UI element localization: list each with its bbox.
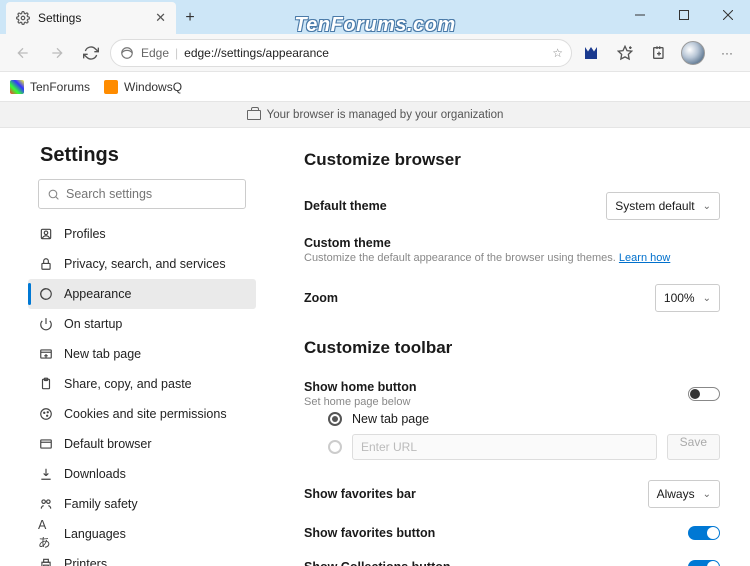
appearance-icon: [38, 286, 54, 302]
refresh-button[interactable]: [76, 38, 106, 68]
close-tab-icon[interactable]: ✕: [155, 10, 166, 26]
nav-newtab[interactable]: New tab page: [28, 339, 256, 369]
search-icon: [47, 188, 60, 201]
window-minimize-button[interactable]: [618, 0, 662, 30]
learn-how-link[interactable]: Learn how: [619, 252, 670, 264]
nav-profiles[interactable]: Profiles: [28, 219, 256, 249]
favorites-button-label: Show favorites button: [304, 526, 688, 540]
nav-startup[interactable]: On startup: [28, 309, 256, 339]
content-area: Settings Profiles Privacy, search, and s…: [0, 128, 750, 566]
managed-banner: Your browser is managed by your organiza…: [0, 102, 750, 128]
custom-theme-row: Custom theme Customize the default appea…: [304, 228, 720, 276]
favorite-star-icon[interactable]: ☆: [552, 46, 563, 60]
favorites-button-toggle[interactable]: [688, 526, 720, 540]
favorites-bar-select[interactable]: Always⌄: [648, 480, 720, 508]
search-settings-box[interactable]: [38, 179, 246, 209]
language-icon: Aあ: [38, 526, 54, 542]
favorites-button-row: Show favorites button: [304, 516, 720, 550]
browser-icon: [38, 436, 54, 452]
window-titlebar: Settings ✕ +: [0, 0, 750, 34]
home-url-save-button[interactable]: Save: [667, 434, 720, 460]
nav-appearance[interactable]: Appearance: [28, 279, 256, 309]
nav-downloads[interactable]: Downloads: [28, 459, 256, 489]
chevron-down-icon: ⌄: [703, 293, 711, 304]
zoom-row: Zoom 100%⌄: [304, 276, 720, 320]
browser-tab-settings[interactable]: Settings ✕: [6, 2, 176, 34]
profile-icon: [38, 226, 54, 242]
default-theme-select[interactable]: System default⌄: [606, 192, 720, 220]
collections-button-row: Show Collections button: [304, 550, 720, 566]
nav-languages[interactable]: AあLanguages: [28, 519, 256, 549]
nav-default-browser[interactable]: Default browser: [28, 429, 256, 459]
nav-privacy[interactable]: Privacy, search, and services: [28, 249, 256, 279]
section-customize-toolbar: Customize toolbar: [304, 338, 720, 358]
settings-sidebar: Settings Profiles Privacy, search, and s…: [0, 128, 270, 566]
nav-share[interactable]: Share, copy, and paste: [28, 369, 256, 399]
addr-prefix: Edge: [141, 46, 169, 60]
forward-button[interactable]: [42, 38, 72, 68]
settings-main: Customize browser Default theme System d…: [270, 128, 750, 566]
bookmark-tenforums[interactable]: TenForums: [10, 80, 90, 94]
home-url-input[interactable]: Enter URL: [352, 434, 657, 460]
home-button-label: Show home button: [304, 380, 688, 394]
gear-icon: [16, 11, 30, 25]
briefcase-icon: [247, 110, 261, 120]
home-radio-newtab-row[interactable]: New tab page: [304, 408, 720, 430]
tenforums-icon: [10, 80, 24, 94]
settings-heading: Settings: [40, 144, 256, 167]
bookmarks-bar: TenForums WindowsQ: [0, 72, 750, 102]
malwarebytes-extension-icon[interactable]: [576, 38, 606, 68]
home-button-toggle[interactable]: [688, 387, 720, 401]
home-button-row: Show home button Set home page below New…: [304, 372, 720, 472]
home-radio-url-row: Enter URL Save: [304, 430, 720, 464]
default-theme-row: Default theme System default⌄: [304, 184, 720, 228]
collections-icon[interactable]: [644, 38, 674, 68]
edge-logo-icon: [119, 45, 135, 61]
favorites-icon[interactable]: [610, 38, 640, 68]
window-maximize-button[interactable]: [662, 0, 706, 30]
browser-toolbar: Edge | edge://settings/appearance ☆ ···: [0, 34, 750, 72]
custom-theme-label: Custom theme: [304, 236, 720, 250]
address-bar[interactable]: Edge | edge://settings/appearance ☆: [110, 39, 572, 67]
settings-nav: Profiles Privacy, search, and services A…: [28, 219, 256, 566]
windowsq-icon: [104, 80, 118, 94]
family-icon: [38, 496, 54, 512]
power-icon: [38, 316, 54, 332]
collections-button-toggle[interactable]: [688, 560, 720, 566]
search-input[interactable]: [66, 187, 237, 201]
nav-printers[interactable]: Printers: [28, 549, 256, 566]
clipboard-icon: [38, 376, 54, 392]
default-theme-label: Default theme: [304, 199, 606, 213]
chevron-down-icon: ⌄: [703, 201, 711, 212]
favorites-bar-row: Show favorites bar Always⌄: [304, 472, 720, 516]
window-close-button[interactable]: [706, 0, 750, 30]
section-customize-browser: Customize browser: [304, 150, 720, 170]
nav-cookies[interactable]: Cookies and site permissions: [28, 399, 256, 429]
zoom-label: Zoom: [304, 291, 655, 305]
collections-button-label: Show Collections button: [304, 560, 688, 566]
profile-avatar[interactable]: [678, 38, 708, 68]
tab-title: Settings: [38, 11, 155, 25]
back-button[interactable]: [8, 38, 38, 68]
addr-url: edge://settings/appearance: [184, 46, 329, 60]
lock-icon: [38, 256, 54, 272]
download-icon: [38, 466, 54, 482]
newtab-icon: [38, 346, 54, 362]
radio-unselected-icon[interactable]: [328, 440, 342, 454]
zoom-select[interactable]: 100%⌄: [655, 284, 720, 312]
bookmark-windowsq[interactable]: WindowsQ: [104, 80, 182, 94]
printer-icon: [38, 556, 54, 566]
new-tab-button[interactable]: +: [176, 4, 204, 32]
more-menu-icon[interactable]: ···: [712, 38, 742, 68]
nav-family[interactable]: Family safety: [28, 489, 256, 519]
radio-selected-icon: [328, 412, 342, 426]
chevron-down-icon: ⌄: [703, 489, 711, 500]
favorites-bar-label: Show favorites bar: [304, 487, 648, 501]
cookie-icon: [38, 406, 54, 422]
